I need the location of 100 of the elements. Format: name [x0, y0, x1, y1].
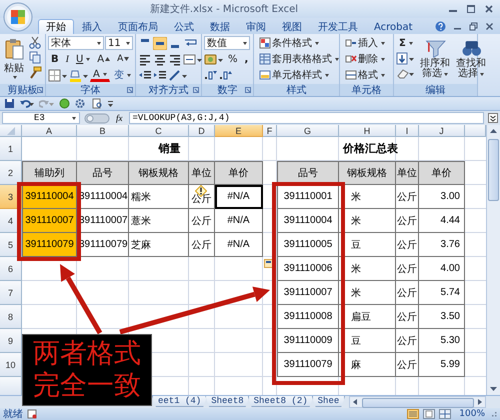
ribbon-tab[interactable]: Acrobat [366, 19, 421, 34]
sheet-tab[interactable]: Sheet8 (2) [248, 396, 314, 407]
text-orientation-icon[interactable] [168, 68, 188, 82]
row-header[interactable]: 1 [0, 137, 22, 161]
row-header[interactable]: 8 [0, 305, 22, 329]
accounting-format-icon[interactable] [204, 52, 224, 66]
name-box[interactable]: E3 [2, 112, 80, 124]
column-header[interactable]: E [215, 125, 263, 137]
align-middle-icon[interactable] [153, 36, 167, 50]
undo-icon[interactable] [19, 98, 35, 109]
paste-button[interactable]: 粘贴 [2, 36, 26, 81]
sheet-tab[interactable]: eet1 (4) [152, 396, 208, 407]
help-icon[interactable] [435, 20, 446, 32]
phonetic-button[interactable]: 变 [110, 68, 134, 82]
sort-filter-button[interactable]: 排序和筛选 [418, 36, 452, 81]
row-header[interactable]: 10 [0, 353, 22, 377]
row-header[interactable]: 7 [0, 281, 22, 305]
bold-button[interactable]: B [48, 52, 62, 66]
increase-indent-icon[interactable] [153, 68, 167, 82]
column-header[interactable]: D [189, 125, 215, 137]
ribbon-tab[interactable]: 视图 [274, 19, 310, 34]
page-break-view-icon[interactable] [439, 409, 452, 419]
ribbon-tab[interactable]: 数据 [202, 19, 238, 34]
save-icon[interactable] [4, 98, 15, 109]
decrease-indent-icon[interactable] [138, 68, 152, 82]
increase-decimal-icon[interactable] [204, 68, 218, 82]
shrink-font-button[interactable]: A [114, 52, 132, 66]
fill-icon[interactable] [396, 52, 414, 65]
insert-function-button[interactable]: fx [114, 113, 124, 123]
font-size-field[interactable]: 11 [105, 36, 133, 50]
ribbon-tab[interactable]: 公式 [166, 19, 202, 34]
ribbon-tab[interactable]: 开发工具 [310, 19, 366, 34]
row-header[interactable]: 2 [0, 161, 22, 185]
paste-options-icon[interactable] [264, 259, 273, 268]
expand-formula-icon[interactable] [488, 113, 498, 123]
format-cells-button[interactable]: 格式 [342, 68, 388, 82]
page-layout-view-icon[interactable] [423, 409, 436, 419]
customize-icon[interactable] [107, 98, 114, 109]
row-header[interactable]: 6 [0, 257, 22, 281]
ribbon-tab[interactable]: 审阅 [238, 19, 274, 34]
ribbon-tab[interactable]: 插入 [74, 19, 110, 34]
merge-cells-icon[interactable] [183, 52, 203, 66]
column-header[interactable]: H [339, 125, 396, 137]
find-select-button[interactable]: 查找和选择 [454, 36, 488, 81]
dialog-launcher-icon[interactable] [127, 87, 133, 93]
dialog-launcher-icon[interactable] [37, 87, 43, 93]
italic-button[interactable]: I [62, 52, 72, 66]
conditional-formatting-button[interactable]: 条件格式 [256, 36, 342, 50]
normal-view-icon[interactable] [407, 409, 420, 419]
dialog-launcher-icon[interactable] [193, 87, 199, 93]
column-header[interactable]: I [396, 125, 419, 137]
table-cell: 米 [339, 281, 396, 305]
cell-styles-button[interactable]: 单元格样式 [256, 68, 342, 82]
scissors-icon[interactable] [28, 36, 42, 49]
comma-button[interactable]: , [242, 52, 252, 66]
insert-cells-button[interactable]: 插入 [342, 36, 388, 50]
zoom-level[interactable]: 100% [459, 409, 485, 419]
percent-button[interactable]: % [225, 52, 241, 66]
number-format-field[interactable]: 数值 [204, 36, 250, 50]
ribbon-tab[interactable]: 开始 [38, 19, 74, 34]
scroll-thumb[interactable] [362, 398, 474, 408]
column-header[interactable]: G [277, 125, 339, 137]
column-header[interactable]: B [77, 125, 129, 137]
fill-color-icon[interactable] [69, 68, 89, 82]
decrease-decimal-icon[interactable] [219, 68, 233, 82]
close-icon[interactable] [484, 4, 494, 14]
horizontal-scrollbar[interactable] [349, 396, 486, 408]
delete-cells-button[interactable]: 删除 [342, 52, 388, 66]
caret-icon [13, 76, 17, 79]
scroll-thumb[interactable] [488, 139, 499, 201]
close-icon[interactable] [485, 22, 494, 30]
align-center-icon[interactable] [153, 52, 167, 66]
dialog-launcher-icon[interactable] [245, 87, 251, 93]
ribbon-tab[interactable]: 页面布局 [110, 19, 166, 34]
column-header[interactable]: C [129, 125, 189, 137]
clear-icon[interactable] [396, 67, 414, 80]
macro-record-icon[interactable] [27, 409, 38, 419]
font-name-field[interactable]: 宋体 [48, 36, 104, 50]
column-header[interactable]: F [263, 125, 277, 137]
formula-field[interactable]: =VLOOKUP(A3,G:J,4) [128, 112, 484, 124]
vertical-scrollbar[interactable] [486, 125, 500, 395]
borders-icon[interactable] [48, 68, 68, 82]
print-preview-icon[interactable] [92, 98, 103, 109]
maximize-icon[interactable] [466, 4, 476, 14]
corner-triangle-icon [6, 126, 14, 134]
align-right-icon[interactable] [168, 52, 182, 66]
copy-icon[interactable] [28, 51, 42, 64]
format-painter-icon[interactable] [28, 66, 42, 79]
align-left-icon[interactable] [138, 52, 152, 66]
column-header[interactable]: J [419, 125, 465, 137]
circle-icon[interactable] [59, 98, 70, 109]
restore-icon[interactable] [469, 22, 478, 30]
autosum-button[interactable]: Σ [396, 36, 416, 50]
sheet-tab[interactable]: Sheet8 [205, 396, 250, 407]
underline-button[interactable]: U [72, 52, 94, 66]
column-header[interactable]: A [22, 125, 77, 137]
sheet-tab[interactable]: Shee [312, 396, 346, 407]
grow-font-button[interactable]: A [94, 52, 114, 66]
format-as-table-button[interactable]: 套用表格格式 [256, 52, 342, 66]
row-header[interactable]: 9 [0, 329, 22, 353]
